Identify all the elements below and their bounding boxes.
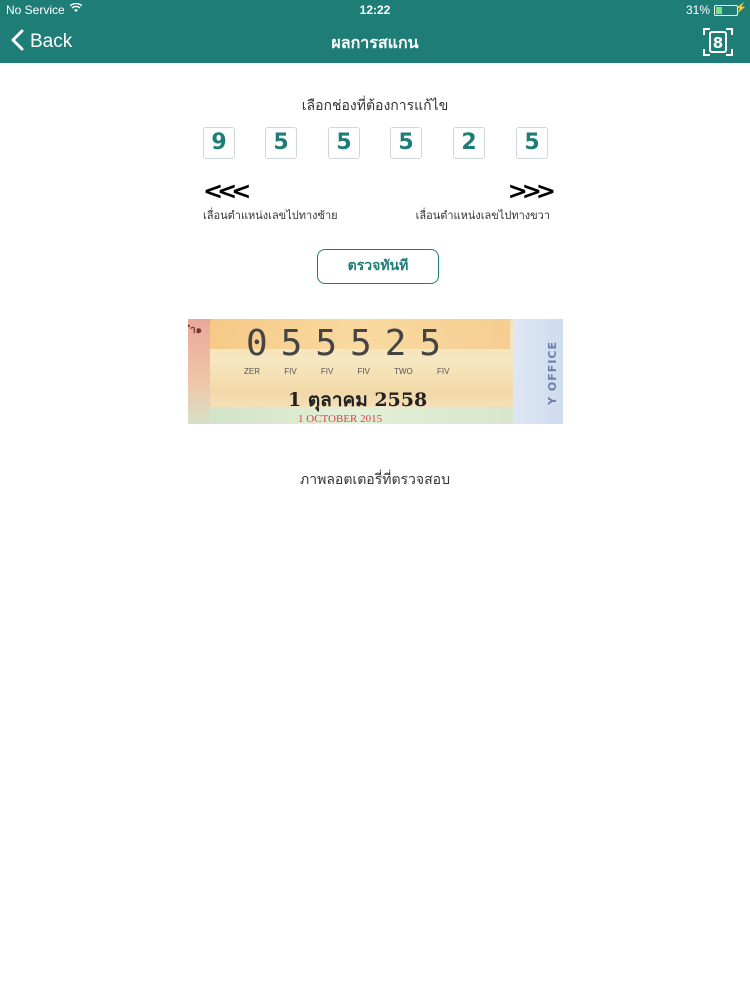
digit-selector: 9 5 5 5 2 5 (0, 127, 750, 163)
triple-chevron-left-icon: <<< (203, 177, 251, 205)
ticket-number-words: ZER FIV FIV FIV TWO FIV (244, 367, 450, 376)
lottery-ticket-image: ำ๑ 055525 ZER FIV FIV FIV TWO FIV 1 ตุลา… (188, 319, 563, 424)
ticket-date-thai: 1 ตุลาคม 2558 (288, 389, 428, 411)
shift-left-button[interactable]: <<< เลื่อนตำแหน่งเลขไปทางซ้าย (203, 177, 338, 224)
page-title: ผลการสแกน (331, 33, 419, 52)
digit-box-6[interactable]: 5 (516, 127, 548, 159)
scan-digit-icon: 8 (703, 28, 733, 56)
status-bar: No Service 12:22 31% ⚡ (0, 0, 750, 20)
digit-box-1[interactable]: 9 (203, 127, 235, 159)
digit-box-2[interactable]: 5 (265, 127, 297, 159)
ticket-numbers: 055525 (246, 323, 455, 364)
shift-right-label: เลื่อนตำแหน่งเลขไปทางขวา (415, 209, 550, 222)
battery-percent: 31% (685, 3, 710, 17)
check-now-button[interactable]: ตรวจทันที (317, 249, 439, 284)
edit-instruction: เลือกช่องที่ต้องการแก้ไข (301, 98, 449, 114)
scan-button[interactable]: 8 (702, 26, 734, 58)
digit-box-3[interactable]: 5 (328, 127, 360, 159)
triple-chevron-right-icon: >>> (507, 177, 556, 205)
navigation-bar: Back ผลการสแกน 8 (0, 20, 750, 63)
ticket-caption: ภาพลอตเตอรี่ที่ตรวจสอบ (300, 472, 450, 488)
scan-icon-digit: 8 (713, 34, 723, 52)
shift-left-label: เลื่อนตำแหน่งเลขไปทางซ้าย (203, 209, 338, 222)
ticket-date-english: 1 OCTOBER 2015 (298, 413, 383, 424)
shift-right-button[interactable]: >>> เลื่อนตำแหน่งเลขไปทางขวา (415, 177, 556, 224)
ticket-corner-text: ำ๑ (190, 325, 202, 336)
ticket-side-text: Y OFFICE (546, 341, 559, 405)
charging-icon: ⚡ (734, 3, 747, 14)
digit-box-5[interactable]: 2 (453, 127, 485, 159)
digit-box-4[interactable]: 5 (390, 127, 422, 159)
clock: 12:22 (359, 3, 391, 17)
